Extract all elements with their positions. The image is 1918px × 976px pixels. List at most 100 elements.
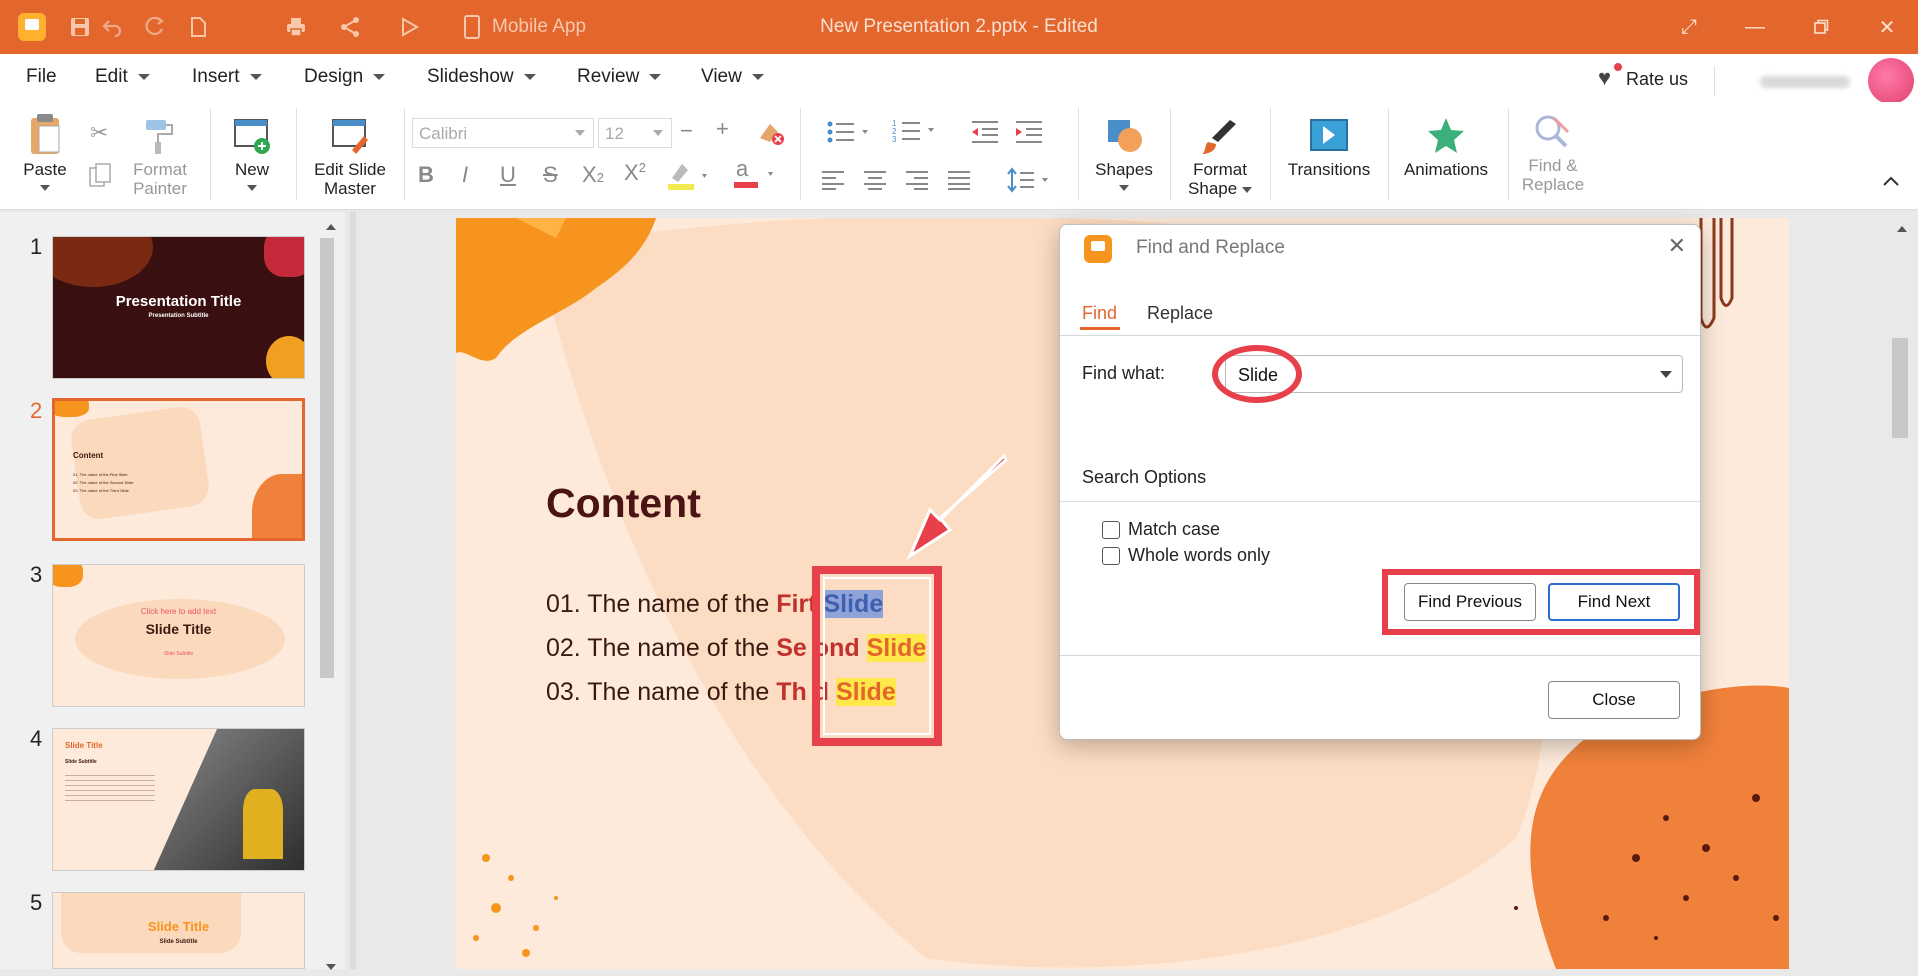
bullet-list-icon[interactable]: [826, 120, 874, 149]
minimize-button[interactable]: —: [1738, 10, 1772, 44]
fullscreen-icon[interactable]: ⤢: [1672, 10, 1706, 44]
thumbnail-title: Content: [73, 451, 104, 460]
rate-us-link[interactable]: Rate us: [1626, 69, 1688, 90]
menu-design[interactable]: Design: [304, 66, 386, 88]
find-what-label: Find what:: [1082, 363, 1166, 383]
chevron-down-icon: [373, 73, 386, 80]
clear-format-icon[interactable]: [756, 118, 784, 151]
bold-icon[interactable]: B: [418, 162, 434, 188]
svg-text:3: 3: [892, 135, 897, 144]
svg-text:a: a: [736, 156, 749, 181]
italic-icon[interactable]: I: [462, 162, 468, 188]
paste-button[interactable]: Paste: [16, 112, 74, 191]
menu-slideshow[interactable]: Slideshow: [427, 66, 536, 88]
chevron-down-icon: [40, 185, 50, 191]
list-item-prefix: 02. The name of the: [546, 634, 777, 662]
decrease-font-icon[interactable]: −: [680, 118, 693, 144]
justify-icon[interactable]: [946, 170, 972, 195]
menu-review[interactable]: Review: [577, 66, 662, 88]
thumbnail-number: 3: [30, 562, 43, 587]
subscript-icon[interactable]: X2: [582, 162, 604, 188]
slide-heading: Content: [546, 480, 701, 526]
highlight-color-icon[interactable]: [666, 160, 712, 197]
close-icon[interactable]: ✕: [1668, 233, 1686, 259]
whole-words-checkbox[interactable]: [1102, 547, 1120, 565]
underline-icon[interactable]: U: [500, 162, 516, 188]
strikethrough-icon[interactable]: S: [543, 162, 558, 188]
thumbnail-title: Presentation Title: [115, 293, 242, 310]
font-name-select[interactable]: Calibri: [412, 118, 594, 148]
find-replace-button[interactable]: Find & Replace: [1516, 112, 1590, 194]
thumbnail-subtitle: Slide Subtitle: [159, 939, 198, 945]
align-left-icon[interactable]: [820, 170, 846, 195]
new-slide-button[interactable]: New: [225, 116, 279, 191]
tab-replace[interactable]: Replace: [1147, 303, 1213, 324]
chevron-down-icon[interactable]: [1660, 371, 1672, 378]
find-replace-dialog: Find and Replace ✕ Find Replace Find wha…: [1059, 224, 1701, 740]
list-item-bold: Se: [776, 634, 807, 662]
menu-file[interactable]: File: [26, 66, 57, 88]
shapes-button[interactable]: Shapes: [1092, 116, 1156, 191]
thumbnail-slide-5[interactable]: Slide Title Slide Subtitle: [52, 892, 305, 969]
superscript-icon[interactable]: X2: [624, 160, 646, 186]
collapse-ribbon-icon[interactable]: [1882, 174, 1900, 192]
format-shape-button[interactable]: Format Shape: [1182, 116, 1258, 198]
pane-splitter[interactable]: [350, 212, 356, 969]
thumbnail-slide-3[interactable]: Click here to add text Slide Title Slide…: [52, 564, 305, 707]
scroll-up-icon[interactable]: [325, 218, 337, 236]
maximize-button[interactable]: [1804, 10, 1838, 44]
annotation-arrow: [906, 453, 1008, 560]
list-item-bold: Th: [776, 678, 807, 706]
increase-font-icon[interactable]: +: [716, 116, 729, 142]
decrease-indent-icon[interactable]: [970, 120, 1000, 149]
animations-button[interactable]: Animations: [1398, 116, 1494, 179]
find-replace-icon: [1535, 115, 1570, 148]
scroll-down-icon[interactable]: [325, 958, 337, 976]
menu-edit[interactable]: Edit: [95, 66, 150, 88]
scroll-up-icon[interactable]: [1896, 220, 1908, 238]
heart-icon[interactable]: ♥: [1598, 65, 1611, 91]
ribbon-separator: [404, 108, 405, 200]
slide-scrollbar[interactable]: [1892, 338, 1908, 438]
close-button[interactable]: Close: [1548, 681, 1680, 719]
account-name[interactable]: [1760, 76, 1850, 88]
thumbnail-title: Slide Title: [145, 621, 212, 637]
thumbnail-decoration: [53, 565, 83, 587]
format-painter-button[interactable]: Format Painter: [130, 116, 190, 198]
align-right-icon[interactable]: [904, 170, 930, 195]
copy-icon[interactable]: [88, 162, 112, 193]
annotation-box: [1382, 569, 1700, 635]
annotation-box: [812, 566, 942, 746]
thumbnail-number: 4: [30, 726, 43, 751]
line-spacing-icon[interactable]: [1006, 166, 1056, 199]
cut-icon[interactable]: ✂: [90, 120, 108, 146]
align-center-icon[interactable]: [862, 170, 888, 195]
slide-master-icon: [332, 119, 368, 154]
chevron-down-icon: [649, 73, 662, 80]
transitions-button[interactable]: Transitions: [1284, 116, 1374, 179]
ribbon-separator: [1270, 108, 1271, 200]
transitions-icon: [1310, 119, 1348, 151]
thumbnail-decoration: [243, 789, 283, 859]
thumbnails-scrollbar[interactable]: [320, 238, 334, 678]
thumbnail-slide-4[interactable]: Slide Title Slide Subtitle: [52, 728, 305, 871]
tab-find[interactable]: Find: [1082, 303, 1117, 324]
menu-insert[interactable]: Insert: [192, 66, 262, 88]
edit-slide-master-button[interactable]: Edit Slide Master: [308, 116, 392, 198]
font-size-select[interactable]: 12: [598, 118, 672, 148]
font-color-icon[interactable]: a: [732, 156, 778, 197]
thumbnail-pretext: Click here to add text: [140, 607, 217, 616]
thumbnail-number: 5: [30, 890, 43, 915]
menu-view[interactable]: View: [701, 66, 764, 88]
numbered-list-icon[interactable]: 123: [892, 118, 940, 149]
increase-indent-icon[interactable]: [1014, 120, 1044, 149]
thumbnail-body: 01. The name of the First Slide 02. The …: [73, 471, 133, 495]
match-case-checkbox[interactable]: [1102, 521, 1120, 539]
thumbnail-slide-2[interactable]: Content 01. The name of the First Slide …: [52, 398, 305, 541]
whole-words-label: Whole words only: [1128, 545, 1271, 565]
close-window-button[interactable]: ✕: [1870, 10, 1904, 44]
shapes-icon: [1108, 120, 1142, 152]
thumbnail-slide-1[interactable]: Presentation Title Presentation Subtitle: [52, 236, 305, 379]
chevron-down-icon: [751, 73, 764, 80]
avatar[interactable]: [1868, 58, 1914, 104]
